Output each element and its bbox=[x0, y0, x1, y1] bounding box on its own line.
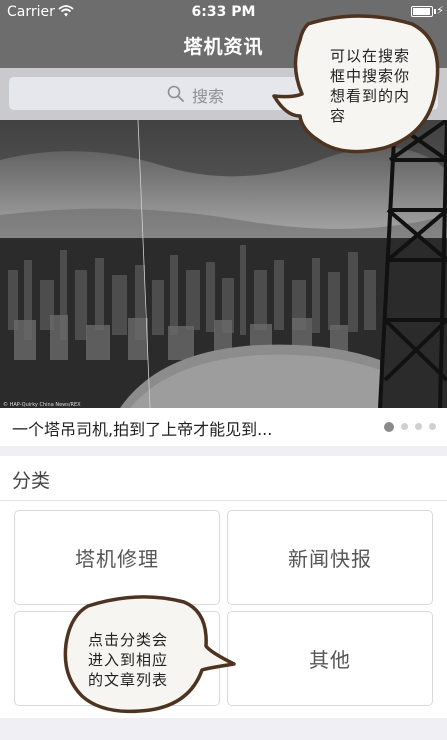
category-tip-callout: 点击分类会 进入到相应 的文章列表 bbox=[58, 592, 236, 714]
category-label: 新闻快报 bbox=[288, 547, 372, 571]
page-dot[interactable] bbox=[415, 423, 422, 430]
app-screen: Carrier 6:33 PM ⚡ 塔机资讯 搜索 © HAP-Quirky C… bbox=[0, 0, 447, 740]
section-divider bbox=[0, 500, 447, 501]
category-label: 塔机修理 bbox=[75, 547, 159, 571]
page-dot[interactable] bbox=[429, 423, 436, 430]
page-dot[interactable] bbox=[384, 422, 394, 432]
banner-caption-bar[interactable]: 一个塔吊司机,拍到了上帝才能见到... bbox=[0, 408, 447, 446]
category-tile-other[interactable]: 其他 bbox=[227, 611, 433, 706]
category-tile-news[interactable]: 新闻快报 bbox=[227, 510, 433, 605]
category-tile-repair[interactable]: 塔机修理 bbox=[14, 510, 220, 605]
bottom-strip bbox=[0, 718, 447, 740]
banner-caption: 一个塔吊司机,拍到了上帝才能见到... bbox=[12, 420, 273, 439]
section-title: 分类 bbox=[12, 470, 51, 492]
search-tip-callout: 可以在搜索 框中搜索你 想看到的内 容 bbox=[272, 12, 444, 160]
banner-image bbox=[0, 120, 447, 408]
search-icon bbox=[167, 85, 184, 102]
banner-carousel[interactable]: © HAP-Quirky China News/REX bbox=[0, 120, 447, 408]
category-label: 其他 bbox=[309, 648, 351, 672]
category-tip-text: 点击分类会 进入到相应 的文章列表 bbox=[88, 631, 169, 689]
search-tip-text: 可以在搜索 框中搜索你 想看到的内 容 bbox=[330, 47, 411, 125]
page-indicator[interactable] bbox=[384, 422, 436, 433]
page-dot[interactable] bbox=[401, 423, 408, 430]
search-placeholder: 搜索 bbox=[192, 87, 225, 106]
